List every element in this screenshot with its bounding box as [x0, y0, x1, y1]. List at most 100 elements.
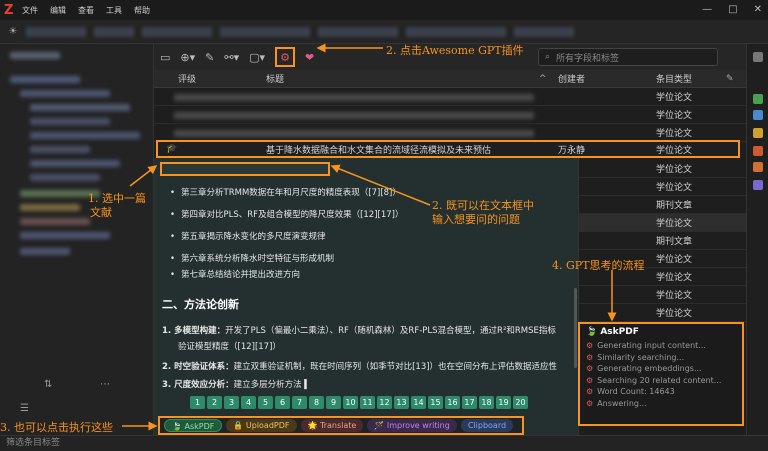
gear-icon[interactable]: ☀ — [0, 26, 26, 37]
tag-settings-icon[interactable]: ☰ — [20, 403, 29, 414]
uploadpdf-button[interactable]: 🔒 UploadPDF — [226, 419, 297, 432]
page-button[interactable]: 8 — [309, 396, 324, 409]
column-title[interactable]: 标题 — [266, 72, 284, 85]
table-row[interactable]: 学位论文 — [579, 178, 746, 196]
tab-bar: ☀ — [0, 20, 768, 44]
collection-blurred[interactable] — [10, 76, 80, 83]
tab-blurred[interactable] — [142, 26, 212, 37]
table-row[interactable]: 学位论文 — [579, 286, 746, 304]
column-item-type[interactable]: 条目类型 — [656, 72, 692, 85]
answer-line-text: 验证模型精度（[12][17]） — [178, 342, 281, 352]
tab-blurred[interactable] — [94, 26, 134, 37]
page-button[interactable]: 3 — [224, 396, 239, 409]
sort-ascending-icon[interactable]: ^ — [539, 74, 547, 84]
collection-blurred[interactable] — [10, 52, 60, 59]
plugin-icon[interactable]: ❤ — [305, 51, 314, 64]
collection-blurred[interactable] — [20, 218, 90, 225]
table-row[interactable]: 期刊文章 — [579, 196, 746, 214]
page-button[interactable]: 9 — [326, 396, 341, 409]
column-rating[interactable]: 评级 — [178, 72, 196, 85]
note-icon[interactable]: ▢▾ — [249, 51, 265, 64]
page-button[interactable]: 15 — [428, 396, 443, 409]
column-picker-icon[interactable]: ✎ — [726, 74, 734, 84]
answer-line-text: 开发了PLS（偏最小二乘法）、RF（随机森林）及RF-PLS混合模型，通过R²和… — [225, 326, 556, 336]
maximize-button[interactable]: □ — [728, 4, 737, 15]
collection-blurred[interactable] — [20, 90, 110, 97]
tag-filter-bar[interactable]: 筛选条目标签 — [0, 435, 768, 451]
page-button[interactable]: 13 — [394, 396, 409, 409]
table-row[interactable]: 学位论文 — [579, 214, 746, 232]
collection-blurred[interactable] — [20, 248, 70, 255]
translate-button[interactable]: 🌟 Translate — [300, 419, 364, 432]
collection-blurred[interactable] — [20, 232, 110, 239]
selected-item-row[interactable]: 🎓 基于降水数据融合和水文集合的流域径流模拟及未来预估 万永静 学位论文 — [156, 140, 740, 158]
item-pane-rail — [746, 44, 768, 451]
page-button[interactable]: 11 — [360, 396, 375, 409]
row-item-type: 学位论文 — [656, 111, 693, 121]
info-icon[interactable] — [753, 94, 763, 104]
table-row[interactable]: 学位论文 — [154, 106, 746, 124]
collection-blurred[interactable] — [30, 146, 90, 153]
question-input[interactable] — [160, 162, 330, 176]
page-button[interactable]: 18 — [479, 396, 494, 409]
collection-blurred[interactable] — [30, 174, 100, 181]
notes-icon[interactable] — [753, 128, 763, 138]
page-button[interactable]: 12 — [377, 396, 392, 409]
page-button[interactable]: 16 — [445, 396, 460, 409]
menu-tools[interactable]: 工具 — [106, 5, 122, 16]
tag-filter-icon[interactable]: ⋯ — [100, 379, 110, 390]
abstract-icon[interactable] — [753, 110, 763, 120]
page-button[interactable]: 19 — [496, 396, 511, 409]
page-button[interactable]: 17 — [462, 396, 477, 409]
awesome-gpt-button[interactable]: ⚙ — [275, 47, 296, 67]
collection-blurred[interactable] — [30, 132, 140, 139]
answer-bullet: 第七章总结结论并提出改进方向 — [170, 268, 300, 280]
column-creator[interactable]: 创建者 — [558, 72, 585, 85]
sort-icon[interactable]: ⇅ — [44, 379, 52, 390]
collection-blurred[interactable] — [30, 160, 120, 167]
related-icon[interactable] — [753, 180, 763, 190]
tags-icon[interactable] — [753, 162, 763, 172]
collection-pane-icon[interactable]: ▭ — [160, 51, 170, 64]
table-row[interactable]: 期刊文章 — [579, 232, 746, 250]
page-button[interactable]: 20 — [513, 396, 528, 409]
page-button[interactable]: 5 — [258, 396, 273, 409]
table-row[interactable]: 学位论文 — [579, 160, 746, 178]
page-button[interactable]: 2 — [207, 396, 222, 409]
menu-help[interactable]: 帮助 — [134, 5, 150, 16]
collection-blurred[interactable] — [30, 104, 130, 111]
new-item-icon[interactable]: ⊕▾ — [180, 51, 195, 64]
page-button[interactable]: 4 — [241, 396, 256, 409]
close-button[interactable]: ✕ — [754, 4, 762, 15]
page-button[interactable]: 7 — [292, 396, 307, 409]
popup-scrollbar[interactable] — [574, 288, 577, 368]
page-button[interactable]: 10 — [343, 396, 358, 409]
selected-item-type: 学位论文 — [656, 145, 693, 156]
wand-icon[interactable]: ✎ — [205, 51, 214, 64]
table-row[interactable]: 学位论文 — [579, 304, 746, 322]
attach-icon[interactable]: ⚯▾ — [224, 51, 239, 64]
askpdf-button[interactable]: 🍃 AskPDF — [164, 419, 223, 432]
clipboard-button[interactable]: Clipboard — [460, 419, 514, 432]
attachments-icon[interactable] — [753, 146, 763, 156]
page-button[interactable]: 6 — [275, 396, 290, 409]
menu-file[interactable]: 文件 — [22, 5, 38, 16]
collection-blurred[interactable] — [30, 118, 110, 125]
table-row[interactable]: 学位论文 — [154, 88, 746, 106]
minimize-button[interactable]: — — [702, 4, 712, 15]
tab-blurred[interactable] — [318, 26, 398, 37]
row-item-type: 期刊文章 — [656, 201, 693, 211]
improve-writing-button[interactable]: 🪄 Improve writing — [367, 419, 457, 432]
tab-blurred[interactable] — [406, 26, 506, 37]
menu-view[interactable]: 查看 — [78, 5, 94, 16]
collection-blurred[interactable] — [20, 204, 80, 211]
search-input[interactable]: ⌕ 所有字段和标签 — [538, 48, 718, 66]
pane-toggle-icon[interactable] — [753, 52, 763, 62]
action-bar: 🍃 AskPDF 🔒 UploadPDF 🌟 Translate 🪄 Impro… — [158, 416, 524, 435]
tab-blurred[interactable] — [220, 26, 310, 37]
tab-blurred[interactable] — [26, 26, 86, 37]
page-button[interactable]: 14 — [411, 396, 426, 409]
menu-edit[interactable]: 编辑 — [50, 5, 66, 16]
tab-blurred[interactable] — [514, 26, 574, 37]
page-button[interactable]: 1 — [190, 396, 205, 409]
